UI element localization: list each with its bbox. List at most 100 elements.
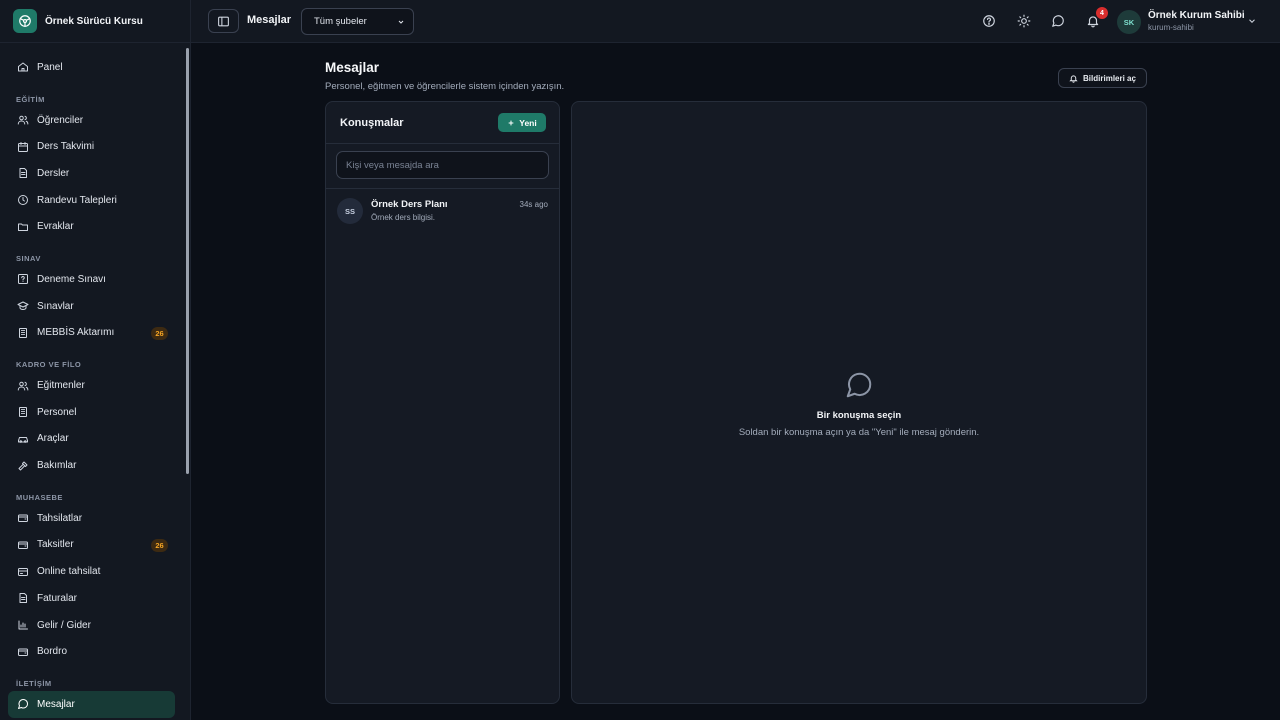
- enable-notifications-button[interactable]: Bildirimleri aç: [1058, 68, 1147, 88]
- sidebar-section-title: İLETİŞİM: [16, 679, 52, 689]
- users-icon: [17, 115, 29, 125]
- sidebar-item-label: Tahsilatlar: [37, 512, 83, 524]
- sidebar-item-label: Ders Takvimi: [37, 141, 95, 153]
- sidebar-item-taksitler[interactable]: Taksitler 26: [0, 532, 183, 559]
- sidebar-item-araclar[interactable]: Araçlar: [0, 426, 183, 453]
- empty-state-title: Bir konuşma seçin: [816, 410, 902, 421]
- sidebar-item-ders-takvimi[interactable]: Ders Takvimi: [0, 133, 183, 160]
- sidebar-item-label: Taksitler: [37, 539, 74, 551]
- sidebar-item-egitmenler[interactable]: Eğitmenler: [0, 372, 183, 399]
- sidebar-nav: Panel EĞİTİM Öğrenciler Ders Takvimi Dersler…: [0, 54, 183, 718]
- conversations-panel: Konuşmalar Yeni SS Örnek Ders Planı Örne…: [325, 101, 560, 704]
- conversation-time: 34s ago: [519, 200, 548, 209]
- credit-card-icon: [18, 567, 28, 576]
- new-conversation-button[interactable]: Yeni: [498, 113, 546, 132]
- help-icon[interactable]: [982, 14, 996, 28]
- home-icon: [18, 62, 28, 72]
- sidebar-section-title: KADRO VE FİLO: [16, 360, 82, 370]
- message-icon[interactable]: [1051, 14, 1065, 28]
- avatar[interactable]: SK: [1117, 10, 1141, 34]
- header-title: Mesajlar: [247, 14, 292, 26]
- user-role: kurum-sahibi: [1148, 23, 1194, 32]
- sidebar-scrollbar[interactable]: [186, 48, 189, 474]
- count-badge: 26: [151, 538, 168, 552]
- conversation-preview: Örnek ders bilgisi.: [371, 213, 436, 222]
- brand[interactable]: Örnek Sürücü Kursu: [0, 0, 190, 43]
- count-badge: 26: [151, 326, 168, 340]
- sidebar-section-title: MUHASEBE: [16, 492, 63, 502]
- document-icon: [19, 593, 27, 604]
- page-subtitle: Personel, eğitmen ve öğrencilerle sistem…: [325, 81, 565, 92]
- conversations-title: Konuşmalar: [340, 116, 404, 129]
- conversations-header: Konuşmalar Yeni: [326, 102, 559, 144]
- folder-icon: [18, 223, 28, 231]
- brand-name: Örnek Sürücü Kursu: [45, 15, 143, 27]
- sidebar-item-label: Evraklar: [37, 221, 74, 233]
- sidebar-item-label: Randevu Talepleri: [37, 194, 117, 206]
- sidebar-item-label: Deneme Sınavı: [37, 273, 106, 285]
- page-title: Mesajlar: [325, 60, 380, 75]
- sidebar-item-online-tahsilat[interactable]: Online tahsilat: [0, 558, 183, 585]
- wallet-icon: [18, 648, 28, 656]
- sidebar-item-bakimlar[interactable]: Bakımlar: [0, 452, 183, 479]
- sidebar-toggle-button[interactable]: [208, 9, 239, 33]
- sidebar-item-tahsilatlar[interactable]: Tahsilatlar: [0, 505, 183, 532]
- sun-icon[interactable]: [1017, 14, 1031, 28]
- user-name[interactable]: Örnek Kurum Sahibi: [1148, 10, 1245, 21]
- search-area: [326, 144, 559, 189]
- sidebar-item-personel[interactable]: Personel: [0, 399, 183, 426]
- sidebar-item-label: MEBBİS Aktarımı: [37, 327, 115, 339]
- question-icon: [18, 274, 28, 285]
- graduation-cap-icon: [17, 301, 29, 311]
- wallet-icon: [18, 514, 28, 523]
- sidebar-item-label: Bakımlar: [37, 460, 77, 472]
- sidebar-item-label: Panel: [37, 61, 63, 73]
- sidebar-item-panel[interactable]: Panel: [0, 54, 183, 81]
- branch-select-value: Tüm şubeler: [314, 16, 367, 27]
- car-icon: [18, 436, 28, 443]
- sidebar-item-label: Eğitmenler: [37, 380, 85, 392]
- logo-icon: [13, 9, 37, 33]
- sidebar-item-randevu-talepleri[interactable]: Randevu Talepleri: [0, 187, 183, 214]
- top-header: Mesajlar Tüm şubeler 4 SK Örnek Kurum Sa…: [191, 0, 1280, 43]
- sidebar-item-label: Gelir / Gider: [37, 619, 91, 631]
- message-icon: [18, 699, 28, 710]
- chevron-down-icon[interactable]: [1247, 16, 1257, 26]
- avatar: SS: [337, 198, 363, 224]
- sidebar-item-deneme-sinavi[interactable]: Deneme Sınavı: [0, 266, 183, 293]
- sidebar-item-mebbis-aktarimi[interactable]: MEBBİS Aktarımı 26: [0, 320, 183, 347]
- sidebar-item-gelir-gider[interactable]: Gelir / Gider: [0, 612, 183, 639]
- conversation-item[interactable]: SS Örnek Ders Planı Örnek ders bilgisi. …: [326, 189, 559, 229]
- plus-icon: [508, 120, 514, 125]
- bell-icon: [1069, 74, 1078, 83]
- sidebar-item-label: Online tahsilat: [37, 566, 101, 578]
- document-icon: [19, 168, 27, 179]
- sidebar-item-label: Öğrenciler: [37, 114, 84, 126]
- users-icon: [17, 381, 29, 391]
- hammer-icon: [18, 461, 28, 471]
- bar-chart-icon: [18, 620, 28, 630]
- message-icon: [846, 372, 872, 398]
- conversation-name: Örnek Ders Planı: [371, 199, 448, 210]
- sidebar-item-label: Araçlar: [37, 433, 69, 445]
- sidebar-item-mesajlar[interactable]: Mesajlar: [8, 691, 175, 718]
- sidebar-item-ogrenciler[interactable]: Öğrenciler: [0, 107, 183, 134]
- sidebar-item-label: Mesajlar: [37, 698, 75, 710]
- sidebar-item-dersler[interactable]: Dersler: [0, 160, 183, 187]
- sidebar-item-label: Faturalar: [37, 592, 78, 604]
- building-icon: [19, 407, 27, 418]
- clock-icon: [18, 195, 28, 206]
- sidebar-item-bordro[interactable]: Bordro: [0, 638, 183, 665]
- sidebar-item-label: Bordro: [37, 646, 68, 658]
- sidebar-item-label: Sınavlar: [37, 300, 74, 312]
- sidebar-section-title: SINAV: [16, 254, 41, 264]
- sidebar-item-label: Dersler: [37, 167, 70, 179]
- sidebar-item-faturalar[interactable]: Faturalar: [0, 585, 183, 612]
- branch-select[interactable]: Tüm şubeler: [301, 8, 414, 35]
- sidebar: Örnek Sürücü Kursu Panel EĞİTİM Öğrenciler…: [0, 0, 191, 720]
- sidebar-item-evraklar[interactable]: Evraklar: [0, 213, 183, 240]
- new-conversation-label: Yeni: [519, 117, 537, 128]
- panel-left-icon: [218, 16, 229, 26]
- search-input[interactable]: [336, 151, 549, 179]
- sidebar-item-sinavlar[interactable]: Sınavlar: [0, 293, 183, 320]
